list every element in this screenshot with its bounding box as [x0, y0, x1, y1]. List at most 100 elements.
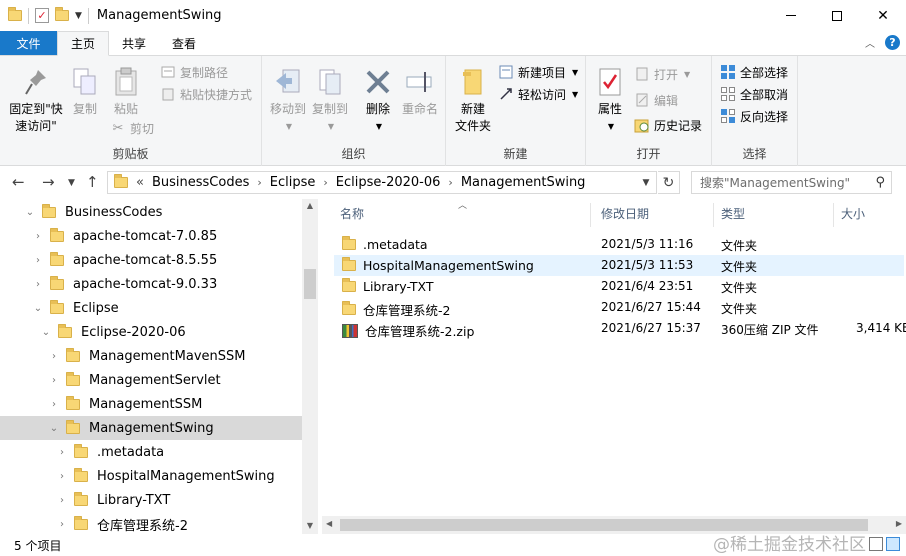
- chevron-right-icon[interactable]: ›: [448, 176, 452, 189]
- minimize-button[interactable]: [768, 0, 814, 31]
- edit-button[interactable]: 编辑: [634, 90, 678, 110]
- move-to-button[interactable]: 移动到 ▼: [266, 66, 310, 135]
- column-header-type[interactable]: 类型: [721, 205, 745, 222]
- chevron-right-icon[interactable]: ›: [32, 255, 44, 266]
- details-view-icon[interactable]: [869, 537, 883, 551]
- up-arrow-icon[interactable]: ↑: [86, 173, 99, 191]
- tab-share[interactable]: 共享: [109, 31, 159, 55]
- tree-item[interactable]: › HospitalManagementSwing: [0, 464, 302, 488]
- chevron-down-icon[interactable]: ⌄: [24, 207, 36, 218]
- chevron-right-icon[interactable]: ›: [32, 279, 44, 290]
- tree-item[interactable]: › apache-tomcat-8.5.55: [0, 248, 302, 272]
- tree-item[interactable]: ⌄ Eclipse: [0, 296, 302, 320]
- chevron-right-icon[interactable]: ›: [257, 176, 261, 189]
- copy-to-button[interactable]: 复制到 ▼: [308, 66, 352, 135]
- chevron-right-icon[interactable]: ›: [32, 231, 44, 242]
- scrollbar-thumb[interactable]: [304, 269, 316, 299]
- pin-quick-access-button[interactable]: 固定到"快 速访问": [6, 66, 66, 135]
- tree-item-selected[interactable]: ⌄ ManagementSwing: [0, 416, 302, 440]
- invert-selection-button[interactable]: 反向选择: [720, 106, 788, 126]
- tree-item[interactable]: › ManagementMavenSSM: [0, 344, 302, 368]
- tab-file[interactable]: 文件: [0, 31, 57, 55]
- collapse-ribbon-icon[interactable]: ︿: [865, 35, 875, 50]
- delete-button[interactable]: 删除 ▼: [358, 66, 398, 135]
- select-none-button[interactable]: 全部取消: [720, 84, 788, 104]
- search-input[interactable]: 搜索"ManagementSwing" ⚲: [691, 171, 892, 194]
- breadcrumb-overflow[interactable]: «: [136, 175, 144, 190]
- help-icon[interactable]: ?: [885, 35, 900, 50]
- file-row[interactable]: .metadata 2021/5/3 11:16 文件夹: [334, 234, 904, 255]
- scroll-down-icon[interactable]: ▼: [302, 521, 318, 530]
- column-divider[interactable]: [833, 203, 834, 227]
- select-all-button[interactable]: 全部选择: [720, 62, 788, 82]
- tree-item[interactable]: › 仓库管理系统-2: [0, 512, 302, 534]
- column-header-name[interactable]: 名称: [340, 205, 364, 222]
- column-divider[interactable]: [590, 203, 591, 227]
- copy-path-button[interactable]: 复制路径: [160, 62, 228, 82]
- tree-item[interactable]: › ManagementServlet: [0, 368, 302, 392]
- breadcrumb-managementswing[interactable]: ManagementSwing: [461, 175, 586, 190]
- file-row[interactable]: Library-TXT 2021/6/4 23:51 文件夹: [334, 276, 904, 297]
- customize-quick-access-icon[interactable]: ▼: [75, 11, 82, 21]
- chevron-right-icon[interactable]: ›: [323, 176, 327, 189]
- easy-access-button[interactable]: 轻松访问 ▼: [498, 84, 578, 104]
- forward-arrow-icon[interactable]: →: [42, 173, 55, 191]
- new-folder-icon[interactable]: [55, 7, 69, 21]
- scroll-left-icon[interactable]: ◀: [326, 519, 332, 528]
- tree-item[interactable]: › apache-tomcat-9.0.33: [0, 272, 302, 296]
- column-header-size[interactable]: 大小: [841, 205, 865, 222]
- tree-item-label: ManagementSSM: [89, 396, 203, 412]
- tab-view[interactable]: 查看: [159, 31, 209, 55]
- properties-button[interactable]: 属性 ▼: [592, 66, 628, 135]
- divider: [28, 7, 29, 24]
- breadcrumb-eclipse-2020-06[interactable]: Eclipse-2020-06: [336, 175, 441, 190]
- history-button[interactable]: 历史记录: [634, 115, 702, 135]
- cut-button[interactable]: ✂ 剪切: [110, 118, 154, 138]
- tree-scrollbar[interactable]: ▲ ▼: [302, 199, 318, 534]
- chevron-right-icon[interactable]: ›: [48, 399, 60, 410]
- new-folder-button[interactable]: 新建 文件夹: [452, 66, 494, 135]
- chevron-down-icon[interactable]: ⌄: [32, 303, 44, 314]
- chevron-down-icon[interactable]: ⌄: [40, 327, 52, 338]
- column-divider[interactable]: [713, 203, 714, 227]
- tree-item[interactable]: › Library-TXT: [0, 488, 302, 512]
- chevron-down-icon: ▼: [375, 122, 383, 131]
- file-row[interactable]: 仓库管理系统-2.zip 2021/6/27 15:37 360压缩 ZIP 文…: [334, 318, 906, 339]
- tree-item[interactable]: › .metadata: [0, 440, 302, 464]
- paste-button[interactable]: 粘贴: [108, 66, 144, 118]
- rename-button[interactable]: 重命名: [398, 66, 442, 118]
- refresh-icon[interactable]: ↻: [658, 171, 680, 194]
- chevron-right-icon[interactable]: ›: [48, 375, 60, 386]
- close-button[interactable]: ✕: [860, 0, 906, 31]
- chevron-right-icon[interactable]: ›: [56, 447, 68, 458]
- chevron-down-icon[interactable]: ⌄: [48, 423, 60, 434]
- address-bar[interactable]: « BusinessCodes › Eclipse › Eclipse-2020…: [107, 171, 657, 194]
- chevron-right-icon[interactable]: ›: [56, 471, 68, 482]
- copy-button[interactable]: 复制: [68, 66, 102, 118]
- tree-item[interactable]: › apache-tomcat-7.0.85: [0, 224, 302, 248]
- properties-check-icon[interactable]: ✓: [35, 8, 49, 23]
- new-item-button[interactable]: 新建项目 ▼: [498, 62, 578, 82]
- recent-locations-icon[interactable]: ▼: [68, 178, 75, 188]
- chevron-right-icon[interactable]: ›: [48, 351, 60, 362]
- tab-home[interactable]: 主页: [57, 31, 110, 56]
- open-button[interactable]: 打开 ▼: [634, 64, 690, 84]
- large-icons-view-icon[interactable]: [886, 537, 900, 551]
- tree-item[interactable]: ⌄ BusinessCodes: [0, 200, 302, 224]
- breadcrumb-eclipse[interactable]: Eclipse: [270, 175, 316, 190]
- scroll-right-icon[interactable]: ▶: [896, 519, 902, 528]
- file-row-hover[interactable]: HospitalManagementSwing 2021/5/3 11:53 文…: [334, 255, 904, 276]
- column-header-modified[interactable]: 修改日期: [601, 205, 649, 222]
- back-arrow-icon[interactable]: ←: [12, 173, 25, 191]
- tree-item[interactable]: › ManagementSSM: [0, 392, 302, 416]
- scroll-up-icon[interactable]: ▲: [302, 201, 318, 210]
- search-icon[interactable]: ⚲: [875, 175, 885, 190]
- address-dropdown-icon[interactable]: ▼: [636, 171, 656, 194]
- chevron-right-icon[interactable]: ›: [56, 495, 68, 506]
- tree-item[interactable]: ⌄ Eclipse-2020-06: [0, 320, 302, 344]
- file-row[interactable]: 仓库管理系统-2 2021/6/27 15:44 文件夹: [334, 297, 904, 318]
- chevron-right-icon[interactable]: ›: [56, 519, 68, 530]
- maximize-button[interactable]: [814, 0, 860, 31]
- paste-shortcut-button[interactable]: 粘贴快捷方式: [160, 84, 252, 104]
- breadcrumb-businesscodes[interactable]: BusinessCodes: [152, 175, 249, 190]
